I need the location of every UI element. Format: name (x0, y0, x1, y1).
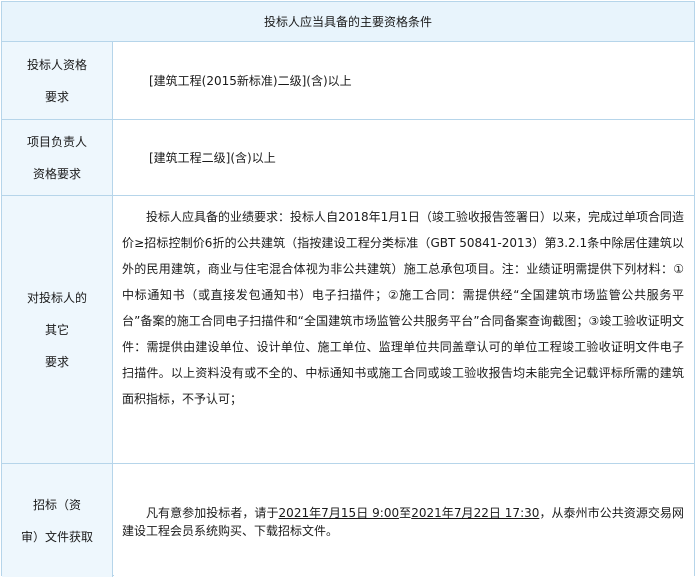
row-value: 凡有意参加投标者，请于2021年7月15日 9:00至2021年7月22日 17… (114, 464, 694, 577)
row-manager-qualification: 项目负责人 资格要求 [建筑工程二级](含)以上 (2, 120, 694, 196)
text-segment: 凡有意参加投标者，请于 (146, 506, 279, 520)
qualification-table: 投标人应当具备的主要资格条件 投标人资格 要求 [建筑工程(2015新标准)二级… (1, 1, 695, 577)
table-header: 投标人应当具备的主要资格条件 (2, 2, 694, 42)
label-line: 资格要求 (32, 166, 81, 181)
row-bidder-qualification: 投标人资格 要求 [建筑工程(2015新标准)二级](含)以上 (2, 42, 694, 120)
qualification-text: [建筑工程二级](含)以上 (149, 151, 276, 165)
label-line: 其它 (44, 322, 69, 337)
qualification-text: [建筑工程(2015新标准)二级](含)以上 (149, 74, 352, 88)
end-date: 2021年7月22日 17:30 (411, 506, 540, 520)
start-date: 2021年7月15日 9:00 (278, 506, 400, 520)
row-other-requirements: 对投标人的 其它 要求 投标人应具备的业绩要求：投标人自2018年1月1日（竣工… (2, 196, 694, 464)
label-line: 投标人资格 (26, 57, 87, 72)
row-value: [建筑工程二级](含)以上 (114, 120, 694, 195)
table-title: 投标人应当具备的主要资格条件 (263, 15, 432, 29)
row-label: 投标人资格 要求 (2, 42, 113, 119)
row-document-acquisition: 招标（资 审）文件获取 凡有意参加投标者，请于2021年7月15日 9:00至2… (2, 464, 694, 577)
label-line: 项目负责人 (26, 134, 87, 149)
acquisition-paragraph: 凡有意参加投标者，请于2021年7月15日 9:00至2021年7月22日 17… (114, 464, 694, 540)
requirements-paragraph: 投标人应具备的业绩要求：投标人自2018年1月1日（竣工验收报告签署日）以来，完… (122, 210, 684, 406)
label-line: 要求 (44, 89, 69, 104)
row-label: 招标（资 审）文件获取 (2, 464, 113, 577)
row-value: [建筑工程(2015新标准)二级](含)以上 (114, 42, 694, 119)
label-line: 对投标人的 (26, 290, 87, 305)
row-label: 项目负责人 资格要求 (2, 120, 113, 195)
row-value: 投标人应具备的业绩要求：投标人自2018年1月1日（竣工验收报告签署日）以来，完… (114, 196, 694, 463)
label-line: 招标（资 (32, 497, 81, 512)
row-label: 对投标人的 其它 要求 (2, 196, 113, 463)
text-segment: 至 (399, 506, 412, 520)
label-line: 审）文件获取 (20, 529, 93, 544)
label-line: 要求 (44, 354, 69, 369)
